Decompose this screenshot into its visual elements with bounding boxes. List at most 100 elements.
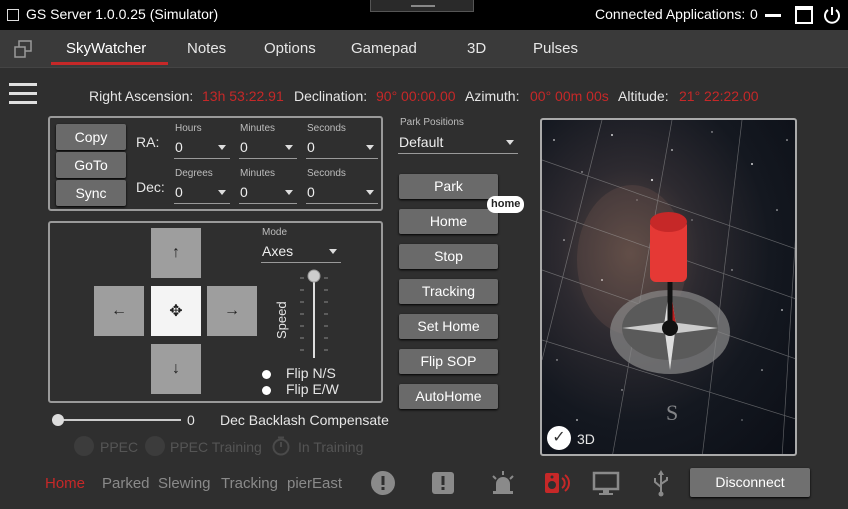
ra-minutes-select[interactable]: 0 [239, 135, 297, 159]
window-icon[interactable] [14, 40, 32, 58]
disconnect-button[interactable]: Disconnect [690, 468, 810, 497]
backlash-slider[interactable] [57, 419, 181, 421]
alert-square-icon[interactable] [429, 469, 457, 497]
speed-label: Speed [274, 301, 289, 339]
speaker-icon[interactable] [543, 469, 571, 497]
set-home-button[interactable]: Set Home [399, 314, 498, 339]
ppec-toggle[interactable] [74, 436, 94, 456]
chevron-down-icon [218, 190, 226, 195]
move-down-button[interactable]: ↓ [151, 344, 201, 394]
ra-hours-value: 0 [175, 139, 183, 155]
goto-panel: Copy GoTo Sync RA: Dec: Hours Minutes Se… [48, 116, 383, 211]
dec-minutes-label: Minutes [240, 168, 276, 179]
home-button[interactable]: Home [399, 209, 498, 234]
app-title: GS Server 1.0.0.25 (Simulator) [26, 6, 219, 22]
home-tooltip: home [487, 196, 525, 213]
status-pier: pierEast [287, 475, 343, 492]
ra-value: 13h 53:22.91 [202, 88, 284, 104]
chevron-down-icon [366, 190, 374, 195]
chevron-down-icon [285, 145, 293, 150]
tab-skywatcher[interactable]: SkyWatcher [66, 40, 146, 57]
arrow-down-icon: ↓ [172, 360, 180, 377]
backlash-label: Dec Backlash Compensate [220, 412, 389, 428]
tab-options[interactable]: Options [264, 40, 316, 57]
dec-label: Declination: [294, 88, 368, 104]
flip-ew-label: Flip E/W [286, 381, 339, 397]
dec-value: 90° 00:00.00 [376, 88, 456, 104]
dec-minutes-value: 0 [240, 184, 248, 200]
mode-select[interactable]: Axes [261, 239, 341, 263]
park-button[interactable]: Park [399, 174, 498, 199]
chevron-down-icon [329, 249, 337, 254]
park-positions-select[interactable]: Default [398, 130, 518, 154]
ra-label: Right Ascension: [89, 88, 194, 104]
degrees-label: Degrees [175, 168, 213, 179]
ra-seconds-label: Seconds [307, 123, 346, 134]
flip-ns-radio[interactable] [262, 370, 271, 379]
park-positions-label: Park Positions [400, 117, 464, 128]
dec-seconds-select[interactable]: 0 [306, 180, 378, 204]
tab-pulses[interactable]: Pulses [533, 40, 578, 57]
status-home: Home [45, 475, 86, 492]
goto-button[interactable]: GoTo [56, 152, 126, 178]
app-icon [7, 9, 19, 21]
stop-move-button[interactable]: ✥ [151, 286, 201, 336]
flip-ew-radio[interactable] [262, 386, 271, 395]
ppec-label: PPEC [100, 439, 139, 455]
move-right-button[interactable]: → [207, 286, 257, 336]
mode-label: Mode [262, 227, 288, 238]
move-up-button[interactable]: ↑ [151, 228, 201, 278]
chevron-down-icon [218, 145, 226, 150]
tab-gamepad[interactable]: Gamepad [351, 40, 417, 57]
chevron-down-icon [366, 145, 374, 150]
alert-circle-icon[interactable] [369, 469, 397, 497]
arrow-up-icon: ↑ [172, 244, 180, 261]
power-icon[interactable] [823, 6, 841, 24]
monitor-icon[interactable] [592, 469, 620, 497]
siren-icon[interactable] [489, 469, 517, 497]
az-label: Azimuth: [465, 88, 520, 104]
menu-icon[interactable] [9, 83, 37, 105]
minimize-icon[interactable] [764, 6, 782, 24]
hours-label: Hours [175, 123, 202, 134]
park-positions-value: Default [399, 134, 444, 150]
3d-checkbox[interactable]: ✓ [547, 426, 571, 450]
backlash-slider-thumb[interactable] [52, 414, 64, 426]
tab-notes[interactable]: Notes [187, 40, 226, 57]
ra-seconds-select[interactable]: 0 [306, 135, 378, 159]
ppec-training-toggle[interactable] [145, 436, 165, 456]
usb-icon[interactable] [647, 469, 675, 497]
svg-text:S: S [666, 400, 678, 425]
status-parked: Parked [102, 475, 150, 492]
active-tab-indicator [51, 62, 168, 65]
ra-hours-select[interactable]: 0 [174, 135, 230, 159]
dec-seconds-label: Seconds [307, 168, 346, 179]
maximize-icon[interactable] [795, 6, 813, 24]
speed-slider[interactable] [298, 268, 338, 360]
dec-seconds-value: 0 [307, 184, 315, 200]
stop-button[interactable]: Stop [399, 244, 498, 269]
status-slewing: Slewing [158, 475, 211, 492]
alt-label: Altitude: [618, 88, 669, 104]
ra-field-label: RA: [136, 134, 160, 150]
status-tracking: Tracking [221, 475, 278, 492]
tracking-button[interactable]: Tracking [399, 279, 498, 304]
autohome-button[interactable]: AutoHome [399, 384, 498, 409]
window-grip[interactable] [370, 0, 474, 12]
move-left-button[interactable]: ← [94, 286, 144, 336]
dec-minutes-select[interactable]: 0 [239, 180, 297, 204]
title-bar: GS Server 1.0.0.25 (Simulator) Connected… [0, 0, 848, 30]
flip-sop-button[interactable]: Flip SOP [399, 349, 498, 374]
dec-field-label: Dec: [136, 179, 165, 195]
sync-button[interactable]: Sync [56, 180, 126, 206]
timer-icon [271, 436, 291, 461]
3d-view[interactable]: S ✓ 3D [540, 118, 797, 456]
mode-value: Axes [262, 243, 294, 259]
copy-button[interactable]: Copy [56, 124, 126, 150]
ra-minutes-value: 0 [240, 139, 248, 155]
backlash-value: 0 [187, 412, 195, 428]
move-icon: ✥ [169, 303, 183, 320]
tab-3d[interactable]: 3D [467, 40, 486, 57]
dec-degrees-select[interactable]: 0 [174, 180, 230, 204]
arrow-left-icon: ← [111, 302, 127, 319]
